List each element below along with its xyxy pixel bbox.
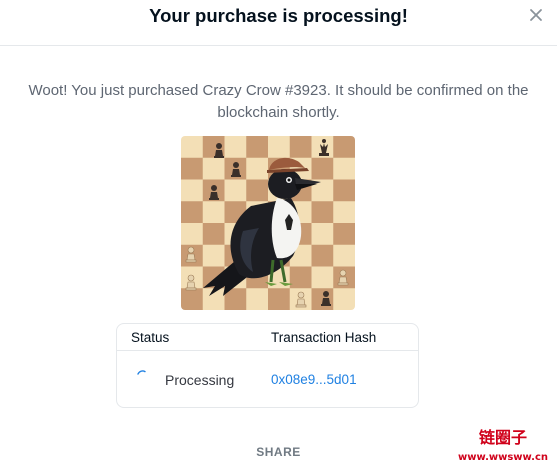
board-square bbox=[333, 157, 355, 180]
board-square bbox=[246, 157, 269, 180]
board-square bbox=[224, 179, 247, 202]
transaction-table-header: Status Transaction Hash bbox=[117, 324, 418, 351]
board-square bbox=[333, 136, 355, 159]
board-square bbox=[333, 244, 355, 267]
close-button[interactable] bbox=[525, 4, 547, 26]
modal-header: Your purchase is processing! bbox=[0, 0, 557, 46]
nft-image bbox=[181, 136, 355, 310]
board-square bbox=[246, 136, 269, 159]
board-square bbox=[202, 223, 225, 246]
hash-column-header: Transaction Hash bbox=[271, 330, 377, 345]
status-column-header: Status bbox=[131, 330, 170, 345]
board-square bbox=[246, 288, 269, 310]
board-square bbox=[311, 223, 334, 246]
loading-spinner-icon bbox=[137, 370, 146, 375]
crow-on-chessboard-illustration bbox=[181, 136, 355, 310]
board-square bbox=[333, 201, 355, 224]
board-square bbox=[181, 201, 204, 224]
board-square bbox=[181, 179, 204, 202]
board-square bbox=[289, 136, 312, 159]
share-button[interactable]: SHARE bbox=[256, 445, 301, 459]
board-square bbox=[181, 157, 204, 180]
modal-title: Your purchase is processing! bbox=[149, 5, 408, 26]
transaction-card: Status Transaction Hash Processing 0x08e… bbox=[116, 323, 419, 408]
board-square bbox=[333, 179, 355, 202]
watermark-url: www.wwsww.cn bbox=[458, 452, 548, 463]
board-square bbox=[181, 136, 204, 159]
transaction-hash-link[interactable]: 0x08e9...5d01 bbox=[271, 372, 357, 387]
watermark-logo: 链圈子 www.wwsww.cn bbox=[458, 428, 548, 463]
board-square bbox=[311, 266, 334, 289]
board-square bbox=[311, 288, 334, 310]
board-square bbox=[268, 288, 291, 310]
board-square bbox=[289, 266, 312, 289]
close-icon bbox=[530, 9, 542, 21]
board-square bbox=[202, 201, 225, 224]
board-square bbox=[202, 244, 225, 267]
purchase-message: Woot! You just purchased Crazy Crow #392… bbox=[28, 82, 529, 121]
transaction-status: Processing bbox=[165, 372, 235, 388]
board-square bbox=[333, 288, 355, 310]
board-square bbox=[268, 136, 291, 159]
board-square bbox=[181, 223, 204, 246]
board-square bbox=[224, 136, 247, 159]
purchase-modal: Your purchase is processing! Woot! You j… bbox=[0, 0, 557, 465]
board-square bbox=[333, 223, 355, 246]
board-square bbox=[181, 288, 204, 310]
board-square bbox=[246, 179, 269, 202]
board-square bbox=[311, 157, 334, 180]
watermark-brand: 链圈子 bbox=[479, 428, 527, 447]
board-square bbox=[202, 157, 225, 180]
board-square bbox=[311, 201, 334, 224]
board-square bbox=[311, 244, 334, 267]
